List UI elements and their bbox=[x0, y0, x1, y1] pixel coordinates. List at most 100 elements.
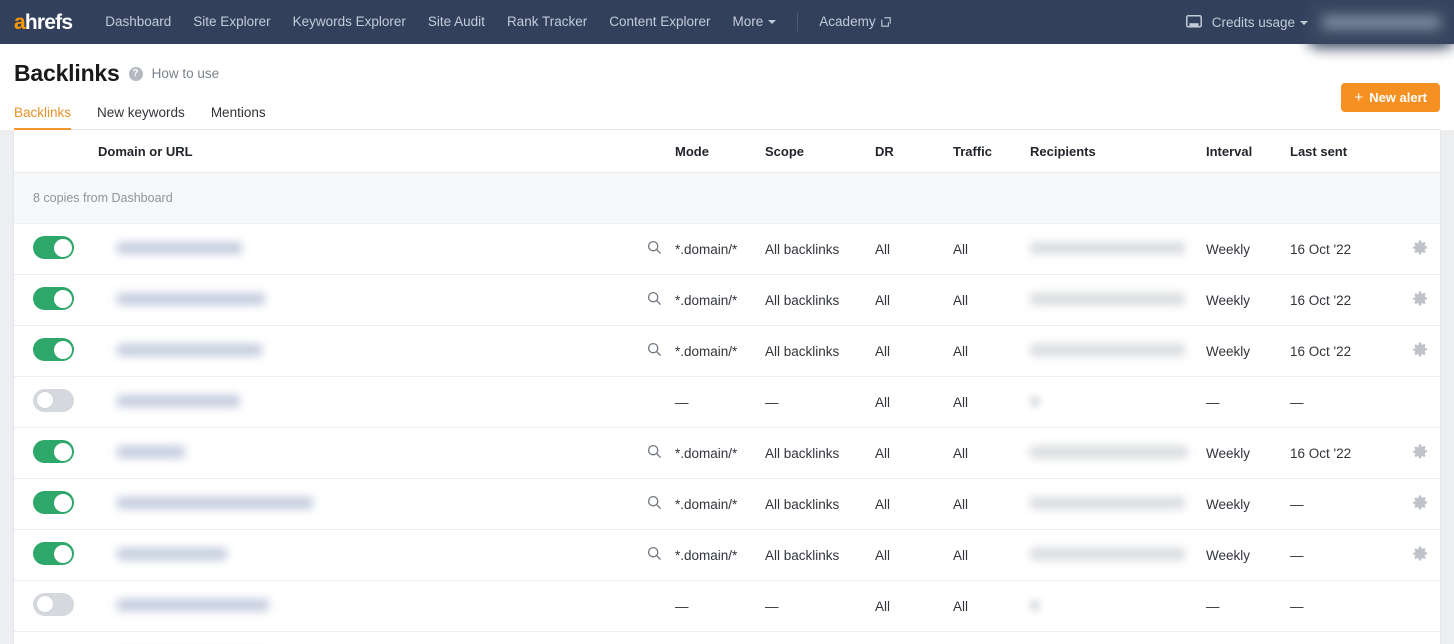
account-name-redacted[interactable] bbox=[1322, 15, 1440, 29]
search-icon[interactable] bbox=[647, 291, 662, 306]
domain-name-redacted bbox=[117, 445, 185, 458]
gear-icon[interactable] bbox=[1412, 545, 1428, 562]
recipients-redacted bbox=[1030, 496, 1185, 509]
col-domain-or-url[interactable]: Domain or URL bbox=[98, 130, 633, 173]
alert-enable-toggle[interactable] bbox=[33, 287, 74, 310]
gear-icon[interactable] bbox=[1412, 494, 1428, 511]
table-row[interactable]: *.domain/* All backlinks All All Weekly — bbox=[14, 478, 1440, 530]
table-row[interactable]: *.domain/* All backlinks All All Weekly 16 Oc… bbox=[14, 274, 1440, 326]
scope-cell: — bbox=[765, 376, 875, 428]
alert-enable-toggle[interactable] bbox=[33, 236, 74, 259]
toggle-knob bbox=[35, 391, 54, 409]
nav-label: Site Explorer bbox=[193, 14, 271, 29]
nav-label: Academy bbox=[819, 13, 876, 29]
row-toggle-cell bbox=[14, 478, 98, 530]
alert-enable-toggle[interactable] bbox=[33, 338, 74, 361]
col-mode[interactable]: Mode bbox=[675, 130, 765, 173]
interval-cell: Weekly bbox=[1206, 427, 1290, 479]
table-row[interactable]: *.domain/* All backlinks All All Weekly 16 Oc… bbox=[14, 427, 1440, 479]
nav-label: Keywords Explorer bbox=[292, 14, 406, 29]
alert-enable-toggle[interactable] bbox=[33, 389, 74, 412]
dr-cell: All bbox=[875, 478, 953, 530]
table-row[interactable]: *.domain/* All backlinks All All Weekly — bbox=[14, 529, 1440, 581]
chevron-down-icon bbox=[1300, 20, 1308, 25]
gear-icon[interactable] bbox=[1412, 290, 1428, 307]
col-dr[interactable]: DR bbox=[875, 130, 953, 173]
table-row[interactable]: *.domain/* All backlinks All All Weekly 16 Oc… bbox=[14, 223, 1440, 275]
monitor-icon[interactable] bbox=[1185, 15, 1202, 29]
domain-name-redacted bbox=[117, 547, 227, 560]
domain-or-url-cell[interactable] bbox=[98, 223, 633, 275]
search-icon[interactable] bbox=[647, 495, 662, 510]
tab-new-keywords[interactable]: New keywords bbox=[97, 105, 185, 129]
title-row: Backlinks ? How to use bbox=[14, 60, 1440, 87]
domain-or-url-cell[interactable] bbox=[98, 376, 633, 428]
nav-item-more[interactable]: More bbox=[722, 0, 788, 44]
help-icon[interactable]: ? bbox=[128, 66, 143, 81]
gear-icon[interactable] bbox=[1412, 443, 1428, 460]
alert-enable-toggle[interactable] bbox=[33, 440, 74, 463]
tab-label: New keywords bbox=[97, 105, 185, 120]
dr-cell: All bbox=[875, 325, 953, 377]
recipients-cell bbox=[1030, 529, 1206, 581]
domain-name-redacted bbox=[117, 394, 240, 407]
tab-label: Backlinks bbox=[14, 105, 72, 120]
domain-or-url-cell[interactable] bbox=[98, 529, 633, 581]
table-row[interactable]: — — All All — — bbox=[14, 580, 1440, 632]
nav-item-content-explorer[interactable]: Content Explorer bbox=[598, 0, 721, 44]
tab-bar: Backlinks New keywords Mentions + New al… bbox=[14, 83, 1440, 130]
domain-or-url-cell[interactable] bbox=[98, 631, 633, 644]
table-row[interactable]: — — All All — — bbox=[14, 376, 1440, 428]
recipients-cell bbox=[1030, 274, 1206, 326]
dr-cell: All bbox=[875, 529, 953, 581]
nav-item-rank-tracker[interactable]: Rank Tracker bbox=[496, 0, 598, 44]
domain-or-url-cell[interactable] bbox=[98, 478, 633, 530]
credits-usage-menu[interactable]: Credits usage bbox=[1212, 15, 1308, 30]
gear-icon[interactable] bbox=[1412, 341, 1428, 358]
interval-cell: Weekly bbox=[1206, 478, 1290, 530]
col-last-sent[interactable]: Last sent bbox=[1290, 130, 1400, 173]
search-icon[interactable] bbox=[647, 546, 662, 561]
table-row[interactable]: *.domain/* All backlinks All All Weekly 16 Oc… bbox=[14, 325, 1440, 377]
tab-backlinks[interactable]: Backlinks bbox=[14, 105, 72, 130]
nav-label: Site Audit bbox=[427, 14, 485, 29]
alert-enable-toggle[interactable] bbox=[33, 491, 74, 514]
alert-enable-toggle[interactable] bbox=[33, 593, 74, 616]
row-settings-cell bbox=[1400, 478, 1440, 530]
nav-item-site-explorer[interactable]: Site Explorer bbox=[182, 0, 281, 44]
scope-cell bbox=[765, 631, 875, 644]
col-interval[interactable]: Interval bbox=[1206, 130, 1290, 173]
nav-label: Rank Tracker bbox=[506, 14, 588, 29]
gear-icon[interactable] bbox=[1412, 239, 1428, 256]
search-icon[interactable] bbox=[647, 444, 662, 459]
mode-icon-cell bbox=[633, 223, 675, 275]
search-icon[interactable] bbox=[647, 240, 662, 255]
col-scope[interactable]: Scope bbox=[765, 130, 875, 173]
recipients-cell bbox=[1030, 325, 1206, 377]
alert-enable-toggle[interactable] bbox=[33, 542, 74, 565]
domain-or-url-cell[interactable] bbox=[98, 427, 633, 479]
table-header: Domain or URL Mode Scope DR Traffic Reci… bbox=[14, 130, 1440, 173]
domain-or-url-cell[interactable] bbox=[98, 274, 633, 326]
plus-icon: + bbox=[1354, 89, 1364, 106]
nav-item-keywords-explorer[interactable]: Keywords Explorer bbox=[282, 0, 417, 44]
tab-mentions[interactable]: Mentions bbox=[211, 105, 266, 129]
toggle-knob bbox=[53, 442, 72, 461]
how-to-use-link[interactable]: How to use bbox=[152, 66, 220, 81]
search-icon[interactable] bbox=[647, 342, 662, 357]
nav-item-dashboard[interactable]: Dashboard bbox=[94, 0, 182, 44]
domain-or-url-cell[interactable] bbox=[98, 325, 633, 377]
domain-or-url-cell[interactable] bbox=[98, 580, 633, 632]
ahrefs-logo[interactable]: ahrefs bbox=[14, 12, 73, 33]
nav-item-site-audit[interactable]: Site Audit bbox=[417, 0, 496, 44]
domain-name-redacted bbox=[117, 292, 265, 305]
domain-name-redacted bbox=[117, 343, 262, 356]
col-traffic[interactable]: Traffic bbox=[953, 130, 1030, 173]
col-recipients[interactable]: Recipients bbox=[1030, 130, 1206, 173]
row-settings-cell bbox=[1400, 223, 1440, 275]
new-alert-button[interactable]: + New alert bbox=[1341, 83, 1440, 112]
row-settings-cell bbox=[1400, 325, 1440, 377]
mode-icon-cell bbox=[633, 325, 675, 377]
table-row[interactable] bbox=[14, 631, 1440, 644]
nav-item-academy[interactable]: Academy bbox=[808, 0, 901, 45]
